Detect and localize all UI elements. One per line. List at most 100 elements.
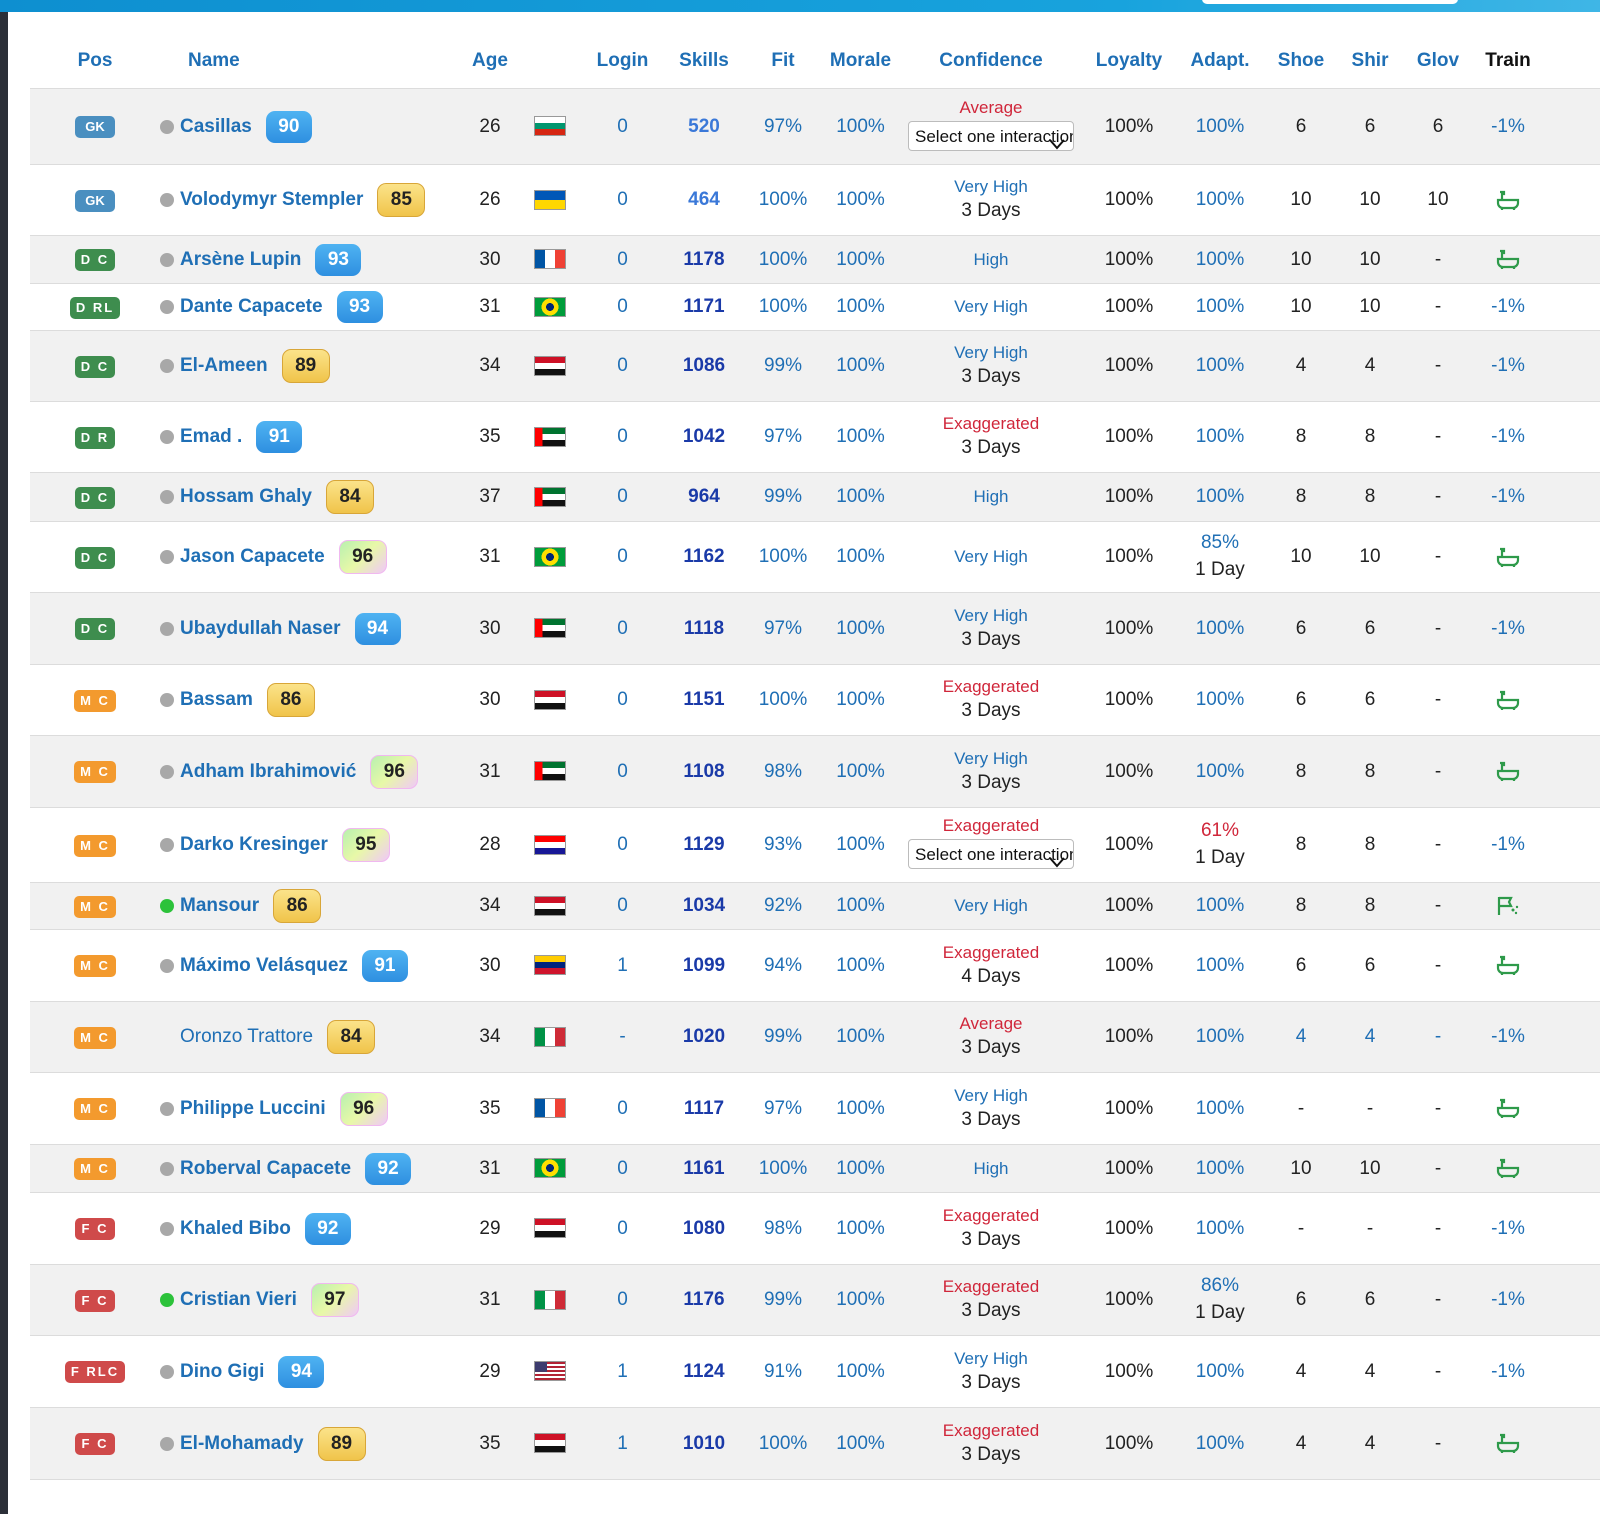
shoe-cell: 4 [1266,1407,1336,1480]
player-name-link[interactable]: Khaled Bibo [180,1218,291,1239]
table-row[interactable]: F RLC Dino Gigi 94 29 1 1124 91% 100% Very High 3… [30,1335,1600,1408]
recovery-bath-icon[interactable] [1496,546,1520,567]
table-row[interactable]: M C Philippe Luccini 96 35 0 1117 97% 100% Very … [30,1072,1600,1145]
spacer-cell [1544,283,1600,331]
col-header-pos[interactable]: Pos [30,34,160,89]
skills-cell: 1034 [665,882,743,930]
recovery-bath-icon[interactable] [1496,189,1520,210]
player-name-link[interactable]: El-Mohamady [180,1433,304,1454]
search-input[interactable] [1202,0,1458,4]
glove-cell: 10 [1404,164,1472,236]
col-header-shir[interactable]: Shir [1336,34,1404,89]
table-row[interactable]: M C Mansour 86 34 0 1034 92% 100% Very High 100% 1… [30,882,1600,930]
player-name-link[interactable]: Dante Capacete [180,296,323,317]
training-value: -1% [1491,1217,1525,1239]
table-row[interactable]: GK Volodymyr Stempler 85 26 0 464 100% 100% Very… [30,164,1600,236]
train-cell [1472,735,1544,808]
loyalty-cell: 100% [1084,592,1174,665]
table-row[interactable]: F C Cristian Vieri 97 31 0 1176 99% 100% Exagger… [30,1264,1600,1336]
col-header-shoe[interactable]: Shoe [1266,34,1336,89]
col-header-skills[interactable]: Skills [665,34,743,89]
col-header-confidence[interactable]: Confidence [898,34,1084,89]
player-name-link[interactable]: Philippe Luccini [180,1098,326,1119]
rating-badge: 93 [336,291,383,323]
col-header-age[interactable]: Age [460,34,520,89]
recovery-bath-icon[interactable] [1496,761,1520,782]
player-name-link[interactable]: Jason Capacete [180,546,325,567]
player-name-link[interactable]: Oronzo Trattore [180,1026,313,1047]
interaction-select[interactable]: Select one interaction [908,120,1074,151]
flag-cell [520,735,580,808]
table-row[interactable]: M C Darko Kresinger 95 28 0 1129 93% 100% Exagge… [30,807,1600,883]
table-row[interactable]: D C Jason Capacete 96 31 0 1162 100% 100% Very H… [30,521,1600,593]
col-header-login[interactable]: Login [580,34,665,89]
morale-cell: 100% [823,330,898,402]
col-header-flag [520,34,580,89]
interaction-select[interactable]: Select one interaction [908,839,1074,869]
player-name-link[interactable]: Arsène Lupin [180,249,301,270]
train-cell [1472,164,1544,236]
table-row[interactable]: D C Arsène Lupin 93 30 0 1178 100% 100% High 100%… [30,235,1600,284]
col-header-train[interactable]: Train [1472,34,1544,89]
player-name-link[interactable]: Emad . [180,426,242,447]
table-row[interactable]: D C El-Ameen 89 34 0 1086 99% 100% Very High 3 Da… [30,330,1600,402]
table-row[interactable]: D C Ubaydullah Naser 94 30 0 1118 97% 100% Very … [30,592,1600,665]
recovery-bath-icon[interactable] [1496,689,1520,710]
player-name-link[interactable]: Roberval Capacete [180,1158,351,1179]
player-name-link[interactable]: Cristian Vieri [180,1289,297,1310]
table-row[interactable]: D RL Dante Capacete 93 31 0 1171 100% 100% Very … [30,283,1600,331]
table-row[interactable]: M C Roberval Capacete 92 31 0 1161 100% 100% Hig… [30,1144,1600,1193]
loyalty-cell: 100% [1084,283,1174,331]
recovery-bath-icon[interactable] [1496,249,1520,270]
col-header-morale[interactable]: Morale [823,34,898,89]
col-header-loyalty[interactable]: Loyalty [1084,34,1174,89]
loyalty-cell: 100% [1084,1335,1174,1408]
table-row[interactable]: GK Casillas 90 26 0 520 97% 100% Average Select o… [30,88,1600,165]
training-field-icon[interactable] [1496,895,1520,916]
table-row[interactable]: D R Emad . 91 35 0 1042 97% 100% Exaggerated 3 Da… [30,401,1600,473]
recovery-bath-icon[interactable] [1496,1158,1520,1179]
player-name-link[interactable]: Mansour [180,895,259,916]
player-name-link[interactable]: Volodymyr Stempler [180,189,363,210]
table-row[interactable]: M C Oronzo Trattore 84 34-1020 99% 100% Averag… [30,1001,1600,1073]
player-name-link[interactable]: Casillas [180,116,252,137]
train-cell: -1% [1472,1264,1544,1336]
shirt-cell: 6 [1336,1264,1404,1336]
col-header-adapt[interactable]: Adapt. [1174,34,1266,89]
table-row[interactable]: D C Hossam Ghaly 84 37 0 964 99% 100% High 100% 10… [30,472,1600,522]
pos-cell: GK [30,164,160,236]
table-row[interactable]: F C Khaled Bibo 92 29 0 1080 98% 100% Exaggerate… [30,1192,1600,1265]
fit-cell: 98% [743,1192,823,1265]
col-header-glov[interactable]: Glov [1404,34,1472,89]
player-name-link[interactable]: Máximo Velásquez [180,955,348,976]
player-name-link[interactable]: Darko Kresinger [180,834,328,855]
recovery-bath-icon[interactable] [1496,1433,1520,1454]
recovery-bath-icon[interactable] [1496,955,1520,976]
rating-badge: 85 [377,183,426,217]
pos-cell: F C [30,1192,160,1265]
age-cell: 29 [460,1192,520,1265]
confidence-duration: 3 Days [961,628,1021,650]
rating-badge: 96 [339,1091,388,1126]
col-header-name[interactable]: Name [160,34,460,89]
player-name-link[interactable]: Ubaydullah Naser [180,618,341,639]
player-name-link[interactable]: Dino Gigi [180,1361,264,1382]
table-row[interactable]: M C Máximo Velásquez 91 30 1 1099 94% 100% Exagg… [30,929,1600,1002]
player-name-link[interactable]: Adham Ibrahimović [180,761,356,782]
player-name-link[interactable]: Bassam [180,689,253,710]
age-cell: 37 [460,472,520,522]
player-name-link[interactable]: Hossam Ghaly [180,486,312,507]
login-cell: 0 [580,664,665,736]
table-row[interactable]: F C El-Mohamady 89 35 1 1010 100% 100% Exaggerat… [30,1407,1600,1480]
age-cell: 31 [460,1144,520,1193]
skills-value: 1161 [683,1157,725,1179]
player-name-link[interactable]: El-Ameen [180,355,268,376]
nationality-flag-icon [534,834,566,855]
spacer-cell [1544,1407,1600,1480]
confidence-level: Exaggerated [942,942,1040,962]
table-row[interactable]: M C Adham Ibrahimović 96 31 0 1108 98% 100% Very… [30,735,1600,808]
col-header-fit[interactable]: Fit [743,34,823,89]
recovery-bath-icon[interactable] [1496,1098,1520,1119]
confidence-level: Average [959,97,1023,117]
table-row[interactable]: M C Bassam 86 30 0 1151 100% 100% Exaggerated 3 D… [30,664,1600,736]
